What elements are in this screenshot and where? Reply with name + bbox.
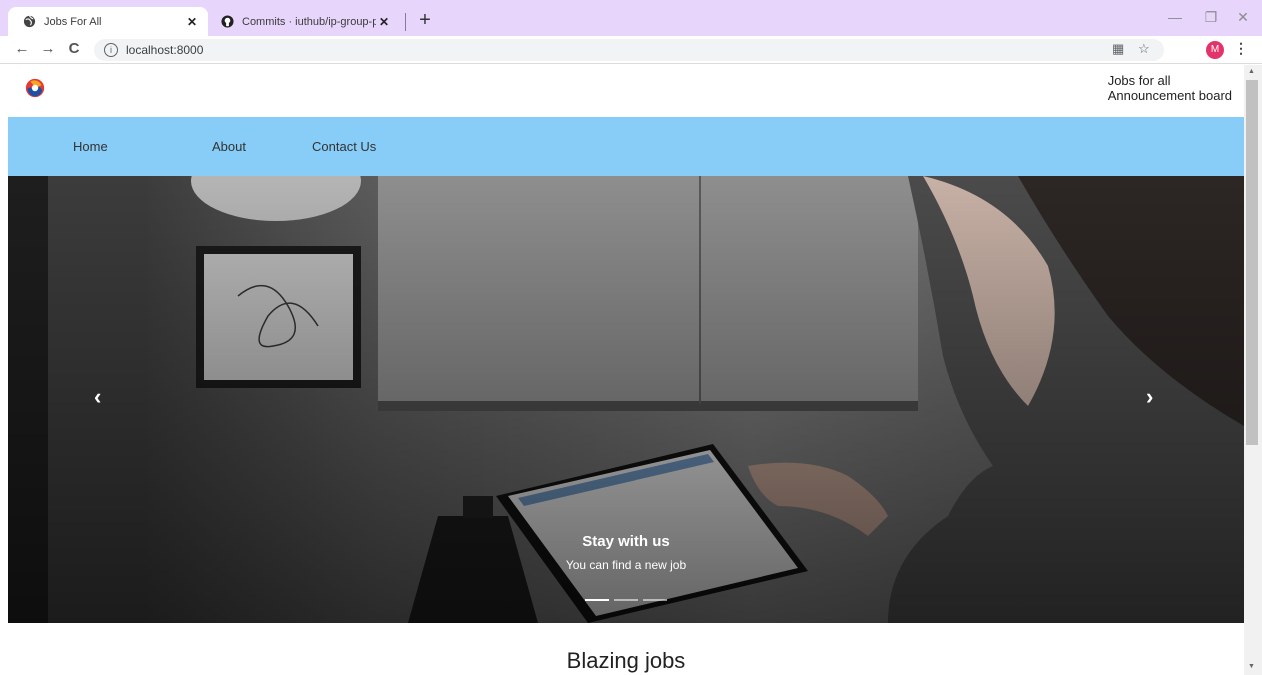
carousel-caption: Stay with us You can find a new job (8, 533, 1244, 572)
main-nav: Home About Contact Us (8, 117, 1244, 176)
address-bar[interactable]: i localhost:8000 (94, 39, 1164, 61)
nav-about[interactable]: About (212, 139, 246, 154)
site-header: Jobs for all Announcement board (8, 65, 1244, 117)
translate-icon[interactable]: ▦ (1112, 41, 1124, 57)
brand-line-1: Jobs for all (1107, 73, 1171, 88)
scroll-down-icon[interactable]: ▼ (1248, 663, 1255, 670)
info-icon[interactable]: i (104, 43, 118, 57)
carousel-indicators (585, 599, 667, 601)
carousel-indicator[interactable] (614, 599, 638, 601)
github-icon (220, 15, 234, 29)
carousel-indicator[interactable] (585, 599, 609, 601)
carousel-next-icon[interactable]: › (1146, 384, 1153, 410)
reload-icon[interactable]: C (64, 40, 84, 58)
star-icon[interactable]: ☆ (1138, 41, 1150, 57)
nav-home[interactable]: Home (73, 139, 108, 154)
tab-title: Commits · iuthub/ip-group-proje (242, 15, 376, 28)
back-icon[interactable]: ← (12, 40, 32, 58)
page-scrollbar[interactable]: ▲ ▼ (1244, 65, 1262, 675)
more-menu-icon[interactable]: ⋮ (1234, 40, 1248, 57)
url-text: localhost:8000 (126, 43, 204, 57)
section-title: Blazing jobs (566, 648, 686, 673)
forward-icon[interactable]: → (38, 40, 58, 58)
carousel-indicator[interactable] (643, 599, 667, 601)
caption-text: You can find a new job (565, 558, 687, 572)
brand-text: Jobs for all Announcement board (1108, 73, 1232, 103)
scroll-up-icon[interactable]: ▲ (1248, 68, 1255, 75)
profile-avatar[interactable]: M (1206, 41, 1224, 59)
scroll-thumb[interactable] (1246, 80, 1258, 445)
tab-commits[interactable]: Commits · iuthub/ip-group-proje ✕ (210, 7, 400, 36)
restore-icon[interactable]: ❐ (1196, 9, 1226, 26)
brand-line-2: Announcement board (1107, 88, 1232, 103)
close-tab-icon[interactable]: ✕ (376, 15, 392, 29)
caption-title: Stay with us (582, 533, 670, 550)
site-logo-icon[interactable] (24, 77, 46, 99)
browser-toolbar: ← → C i localhost:8000 ▦ ☆ M ⋮ (0, 36, 1262, 64)
tab-separator (405, 13, 406, 31)
minimize-icon[interactable]: — (1160, 9, 1190, 25)
new-tab-icon[interactable]: + (414, 9, 436, 31)
nav-contact-us[interactable]: Contact Us (312, 139, 376, 154)
globe-icon (22, 15, 36, 29)
browser-tab-bar: Jobs For All ✕ Commits · iuthub/ip-group… (0, 0, 1262, 36)
tab-jobs-for-all[interactable]: Jobs For All ✕ (8, 7, 208, 36)
carousel-prev-icon[interactable]: ‹ (94, 384, 101, 410)
hero-carousel: ‹ › Stay with us You can find a new job (8, 176, 1244, 623)
tab-title: Jobs For All (44, 15, 102, 28)
close-window-icon[interactable]: ✕ (1228, 9, 1258, 26)
close-tab-icon[interactable]: ✕ (184, 15, 200, 29)
web-page: Jobs for all Announcement board Home Abo… (8, 65, 1244, 675)
